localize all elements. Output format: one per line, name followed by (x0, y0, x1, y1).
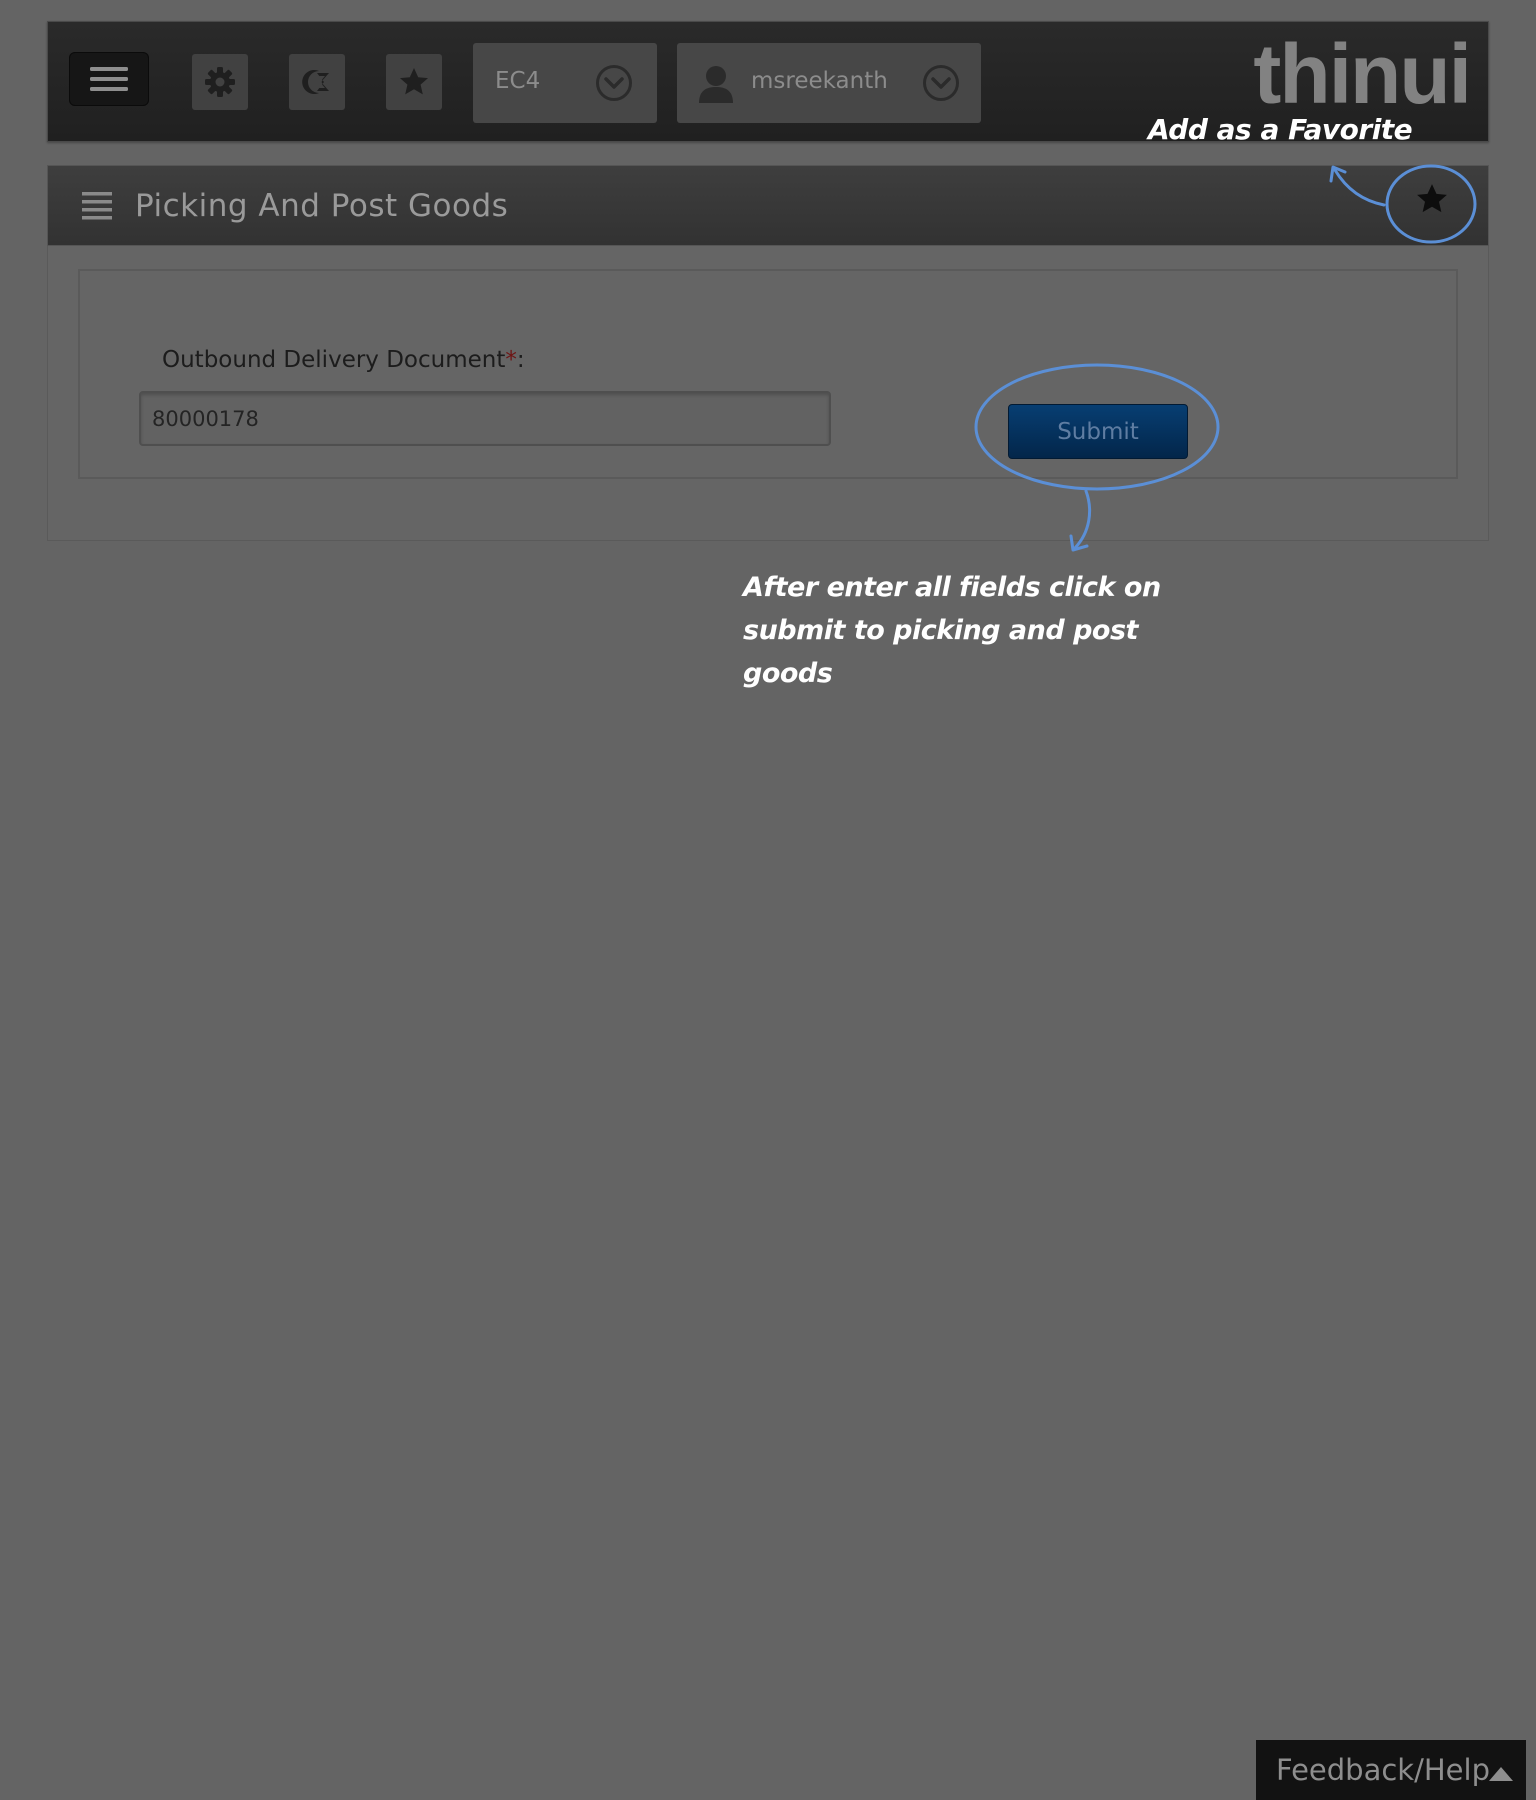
submit-callout-line-1: After enter all fields click on (743, 572, 1161, 603)
submit-callout-text: After enter all fields click on submit t… (743, 566, 1183, 695)
favorite-callout-text: Add as a Favorite (1148, 113, 1413, 146)
submit-highlight-circle (974, 363, 1220, 491)
feedback-help-tab[interactable]: Feedback/Help (1256, 1740, 1526, 1800)
favorite-arrow (1333, 168, 1386, 207)
caret-up-icon (1489, 1767, 1513, 1781)
feedback-help-label: Feedback/Help (1276, 1753, 1490, 1787)
favorite-highlight-circle (1385, 164, 1477, 244)
submit-arrow (1073, 489, 1092, 550)
submit-callout-line-2: submit to picking and post goods (743, 615, 1138, 689)
annotation-overlay (974, 164, 1477, 552)
